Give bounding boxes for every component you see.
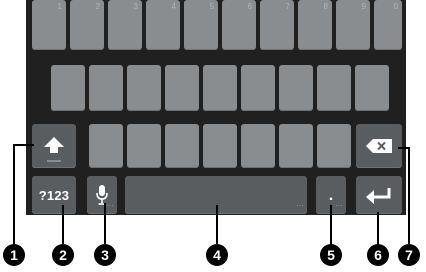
letter-key[interactable] <box>51 65 85 111</box>
letter-key[interactable] <box>317 124 351 168</box>
letter-key[interactable] <box>317 65 351 111</box>
shift-key[interactable] <box>32 124 76 168</box>
symbols-key[interactable]: ?123 <box>32 176 76 214</box>
more-options-dots: … <box>335 199 343 208</box>
key-8[interactable]: 8 <box>298 0 332 50</box>
letter-key[interactable] <box>165 124 199 168</box>
key-6[interactable]: 6 <box>222 0 256 50</box>
shift-indicator <box>47 160 61 162</box>
key-hint: 0 <box>393 2 398 11</box>
letter-key[interactable] <box>89 65 123 111</box>
key-hint: 9 <box>361 2 366 11</box>
enter-key[interactable] <box>356 176 402 214</box>
letter-key[interactable] <box>89 124 123 168</box>
key-9[interactable]: 9 <box>336 0 370 50</box>
key-hint: 1 <box>57 2 62 11</box>
callout-badge-1: 1 <box>3 244 25 266</box>
key-hint: 2 <box>95 2 100 11</box>
callout-line-4 <box>216 205 218 245</box>
letter-key[interactable] <box>127 65 161 111</box>
backspace-key[interactable] <box>356 124 402 168</box>
letter-key[interactable] <box>165 65 199 111</box>
more-options-dots: … <box>106 199 114 208</box>
callout-line-6 <box>377 212 379 245</box>
key-hint: 8 <box>323 2 328 11</box>
callout-line-7 <box>408 147 410 245</box>
callout-badge-7: 7 <box>398 244 420 266</box>
enter-arrow-icon <box>365 186 393 204</box>
key-3[interactable]: 3 <box>108 0 142 50</box>
letter-key[interactable] <box>241 124 275 168</box>
letter-key[interactable] <box>203 124 237 168</box>
onscreen-keyboard: 1 2 3 4 5 6 7 8 9 0 ?123 … … . … <box>26 0 406 215</box>
callout-line-1 <box>13 144 34 146</box>
key-4[interactable]: 4 <box>146 0 180 50</box>
callout-badge-5: 5 <box>320 244 342 266</box>
key-hint: 3 <box>133 2 138 11</box>
letter-key[interactable] <box>355 65 389 111</box>
backspace-icon <box>365 138 393 154</box>
callout-badge-6: 6 <box>367 244 389 266</box>
callout-line-3 <box>104 203 106 245</box>
callout-line-5 <box>330 205 332 245</box>
key-hint: 5 <box>209 2 214 11</box>
letter-key[interactable] <box>203 65 237 111</box>
letter-key[interactable] <box>127 124 161 168</box>
letter-key[interactable] <box>279 65 313 111</box>
period-key-label: . <box>328 187 334 204</box>
callout-line-1 <box>13 144 15 244</box>
key-hint: 6 <box>247 2 252 11</box>
key-2[interactable]: 2 <box>70 0 104 50</box>
key-5[interactable]: 5 <box>184 0 218 50</box>
key-1[interactable]: 1 <box>32 0 66 50</box>
callout-badge-2: 2 <box>52 244 74 266</box>
symbols-key-label: ?123 <box>38 187 70 203</box>
callout-badge-4: 4 <box>206 244 228 266</box>
key-0[interactable]: 0 <box>374 0 402 50</box>
callout-badge-3: 3 <box>94 244 116 266</box>
voice-input-key[interactable]: … <box>87 176 117 214</box>
letter-key[interactable] <box>241 65 275 111</box>
key-hint: 7 <box>285 2 290 11</box>
key-7[interactable]: 7 <box>260 0 294 50</box>
shift-arrow-icon <box>43 136 65 156</box>
callout-line-2 <box>62 205 64 245</box>
key-hint: 4 <box>171 2 176 11</box>
letter-key[interactable] <box>279 124 313 168</box>
more-options-dots: … <box>296 199 304 208</box>
